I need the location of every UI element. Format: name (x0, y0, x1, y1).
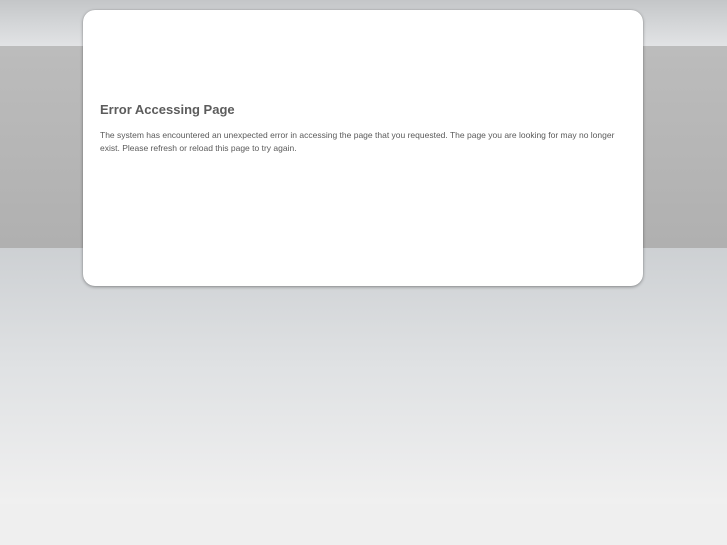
error-message: The system has encountered an unexpected… (100, 130, 615, 153)
error-title: Error Accessing Page (100, 102, 235, 117)
background-bottom-band (0, 504, 727, 545)
background-lower-gradient (0, 248, 727, 504)
error-card: Error Accessing Page The system has enco… (83, 10, 643, 286)
